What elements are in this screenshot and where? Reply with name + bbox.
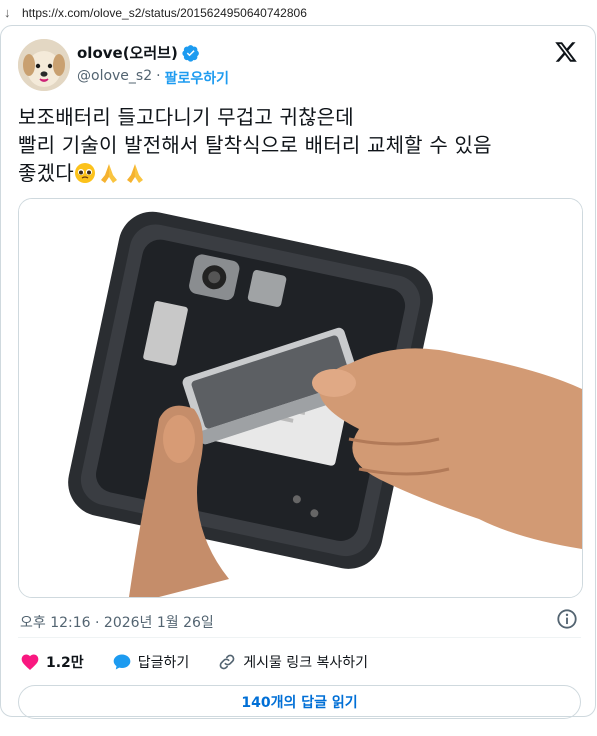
separator-dot: · <box>156 68 161 84</box>
info-icon[interactable] <box>556 608 578 630</box>
read-replies-button[interactable]: 140개의 답글 읽기 <box>18 685 581 719</box>
link-icon <box>219 654 235 670</box>
folded-hands-icon <box>96 162 122 191</box>
verified-badge-icon <box>182 44 199 62</box>
reply-label: 답글하기 <box>137 655 190 671</box>
copy-link-button[interactable]: 게시물 링크 복사하기 <box>217 652 368 672</box>
action-bar: 1.2만 답글하기 게시물 링크 복사하기 <box>20 652 396 672</box>
tweet-text: 보조배터리 들고다니기 무겁고 귀찮은데 빨리 기술이 발전해서 탈착식으로 배… <box>18 103 578 191</box>
folded-hands-icon <box>122 162 148 191</box>
divider <box>18 637 581 638</box>
like-button[interactable]: 1.2만 <box>20 652 84 672</box>
x-logo-icon[interactable] <box>554 40 578 64</box>
author-handle[interactable]: @olove_s2 <box>77 68 152 88</box>
avatar[interactable] <box>18 39 70 91</box>
download-arrow-icon: ↓ <box>4 5 11 20</box>
author-display-name[interactable]: olove(오러브) <box>77 42 178 63</box>
heart-icon <box>21 654 39 670</box>
tweet-image[interactable]: CE <box>18 198 583 598</box>
browser-url-bar[interactable]: ↓ https://x.com/olove_s2/status/20156249… <box>0 0 597 26</box>
author-name-row: olove(오러브) <box>77 42 200 63</box>
url-text[interactable]: https://x.com/olove_s2/status/2015624950… <box>22 6 307 20</box>
reply-button[interactable]: 답글하기 <box>112 652 190 672</box>
like-count: 1.2만 <box>46 655 84 671</box>
follow-button[interactable]: 팔로우하기 <box>165 68 229 88</box>
reply-bubble-icon <box>113 654 131 670</box>
author-handle-row: @olove_s2 · 팔로우하기 <box>77 68 229 88</box>
tweet-timestamp[interactable]: 오후 12:16 · 2026년 1월 26일 <box>20 612 214 632</box>
copy-link-label: 게시물 링크 복사하기 <box>243 655 369 671</box>
pleading-face-icon <box>74 162 96 191</box>
tweet-card: olove(오러브) @olove_s2 · 팔로우하기 보조배터리 들고다니기… <box>0 25 596 719</box>
